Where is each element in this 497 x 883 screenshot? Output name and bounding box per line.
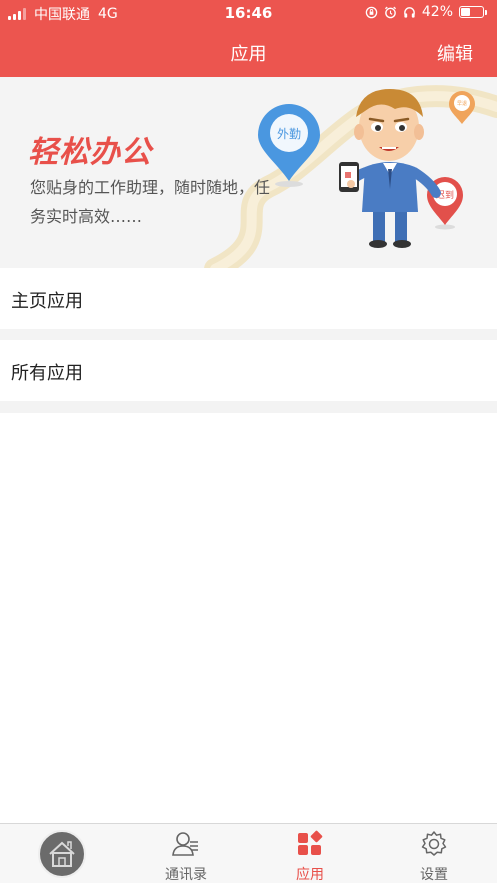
tab-contacts[interactable]: 通讯录: [124, 824, 248, 883]
tab-contacts-label: 通讯录: [165, 867, 207, 883]
battery-icon: [459, 6, 487, 18]
tab-apps-label: 应用: [296, 867, 324, 883]
tab-settings-label: 设置: [420, 867, 448, 883]
screen: 中国联通 4G 16:46 42% 应用 编辑 外勤 早退 迟到 轻松办公 您贴…: [0, 0, 497, 883]
banner-title: 轻松办公: [28, 135, 152, 170]
battery-percent: 42%: [421, 4, 453, 20]
early-pin-label: 早退: [457, 100, 467, 107]
status-right: 42%: [365, 4, 487, 20]
headphones-icon: [404, 6, 415, 18]
contacts-icon: [172, 832, 198, 856]
apps-icon: [298, 830, 323, 855]
home-icon: [49, 841, 75, 867]
tab-settings[interactable]: 设置: [372, 824, 496, 883]
alarm-icon: [384, 6, 396, 18]
home-button[interactable]: [38, 830, 86, 878]
header: 中国联通 4G 16:46 42% 应用 编辑: [0, 0, 497, 77]
outdoor-pin-label: 外勤: [277, 127, 301, 141]
gear-icon: [421, 831, 447, 856]
rotation-lock-icon: [365, 6, 378, 18]
status-bar: 中国联通 4G 16:46 42%: [0, 0, 497, 26]
tab-home[interactable]: [0, 824, 124, 883]
home-apps-section[interactable]: 主页应用: [0, 268, 497, 329]
edit-button[interactable]: 编辑: [437, 40, 473, 66]
home-apps-label: 主页应用: [11, 291, 83, 312]
banner-description: 您贴身的工作助理，随时随地，任务实时高效……: [30, 178, 271, 226]
page-title: 应用: [230, 44, 267, 65]
banner: 外勤 早退 迟到 轻松办公 您贴身的工作助理，随时随地，任务实时高效……: [0, 77, 497, 269]
tab-bar: 通讯录 应用 设置: [0, 823, 497, 883]
apps-content-area: [0, 413, 497, 823]
all-apps-section[interactable]: 所有应用: [0, 340, 497, 401]
tab-apps[interactable]: 应用: [248, 824, 372, 883]
all-apps-label: 所有应用: [11, 363, 83, 384]
